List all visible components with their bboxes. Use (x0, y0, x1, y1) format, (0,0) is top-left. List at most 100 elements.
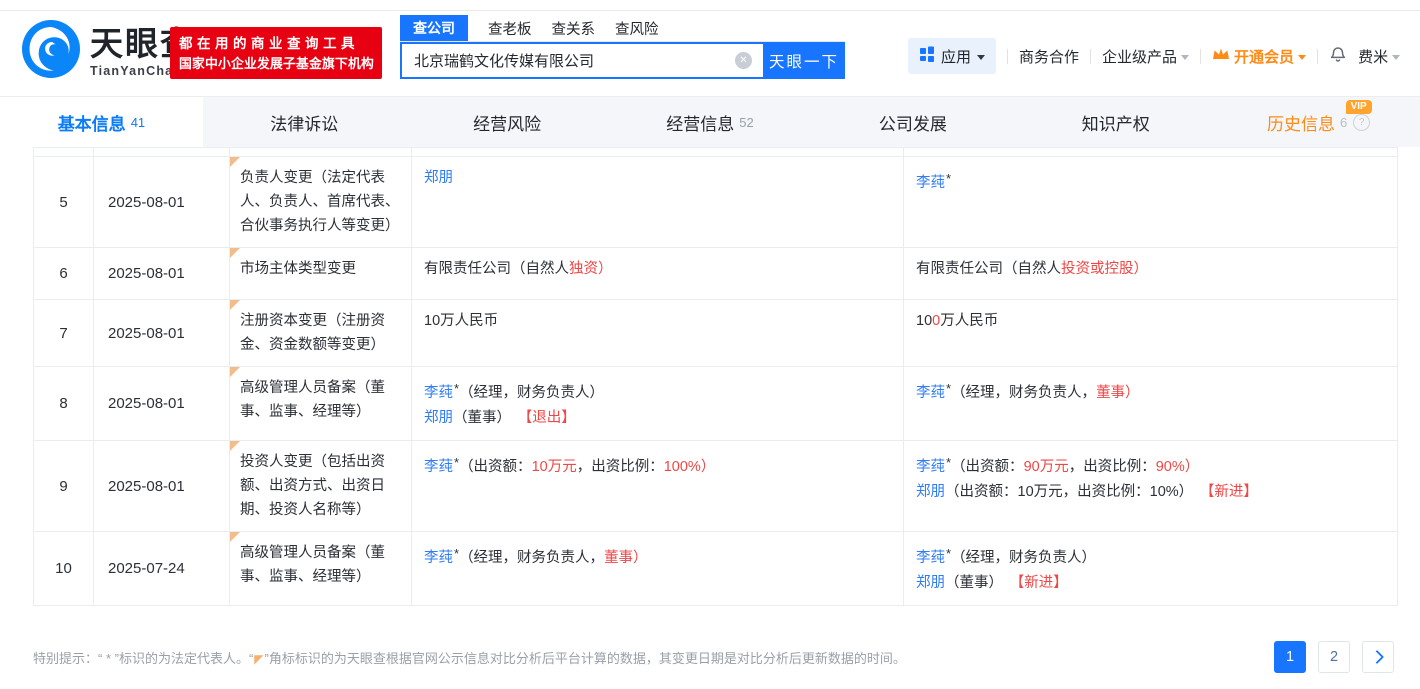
bell-icon (1329, 44, 1347, 68)
text: 有限责任公司（自然人 (424, 261, 569, 277)
table-row-10: 102025-07-24高级管理人员备案（董事、监事、经理等）李莼*（经理，财务… (34, 532, 1397, 606)
table-row-9: 92025-08-01投资人变更（包括出资额、出资方式、出资日期、投资人名称等）… (34, 441, 1397, 532)
row-number: 6 (34, 248, 94, 299)
person-link[interactable]: 李莼 (424, 385, 453, 401)
change-date: 2025-07-24 (94, 532, 230, 605)
tab-历史信息[interactable]: 历史信息6?VIP (1217, 97, 1420, 147)
clear-search-icon[interactable]: ✕ (735, 52, 752, 69)
apps-grid-icon (919, 46, 935, 66)
tab-法律诉讼[interactable]: 法律诉讼 (203, 97, 406, 147)
content-line: 李莼*（经理，财务负责人，董事） (916, 376, 1386, 406)
content-line: 有限责任公司（自然人投资或控股） (916, 257, 1386, 282)
tab-基本信息[interactable]: 基本信息41 (0, 97, 203, 147)
help-icon[interactable]: ? (1353, 114, 1370, 131)
chevron-right-icon (1369, 650, 1383, 664)
corner-flag-icon (230, 532, 240, 542)
content-line: 郑朋（出资额：10万元，出资比例：10%）【新进】 (916, 480, 1386, 505)
content-line: 李莼*（经理，财务负责人） (916, 541, 1386, 571)
text: 万人民币 (940, 313, 998, 329)
person-link[interactable]: 李莼 (424, 459, 453, 475)
text: （董事） (453, 410, 511, 426)
text: 有限责任公司（自然人 (916, 261, 1061, 277)
enterprise-products-menu[interactable]: 企业级产品 (1102, 46, 1189, 67)
tab-经营风险[interactable]: 经营风险 (406, 97, 609, 147)
text: （经理，财务负责人） (951, 550, 1096, 566)
tab-label: 法律诉讼 (270, 110, 338, 135)
before-content: 李莼*（经理，财务负责人，董事） (412, 532, 904, 605)
person-link[interactable]: 李莼 (916, 385, 945, 401)
highlight-text: 独资） (569, 261, 613, 277)
table-row-7: 72025-08-01注册资本变更（注册资金、资金数额等变更）10万人民币100… (34, 300, 1397, 367)
business-cooperation-link[interactable]: 商务合作 (1019, 46, 1079, 67)
change-item: 高级管理人员备案（董事、监事、经理等） (230, 532, 412, 605)
row-number: 7 (34, 300, 94, 366)
search-tab-查关系[interactable]: 查关系 (552, 15, 596, 41)
after-content: 李莼*（经理，财务负责人，董事） (904, 367, 1398, 440)
slogan-line2: 国家中小企业发展子基金旗下机构 (179, 54, 373, 73)
table-row-5: 52025-08-01负责人变更（法定代表人、负责人、首席代表、合伙事务执行人等… (34, 157, 1397, 248)
user-menu[interactable]: 费米 (1358, 46, 1400, 67)
search-input[interactable] (400, 42, 763, 79)
person-link[interactable]: 李莼 (916, 550, 945, 566)
highlight-text: 100%） (664, 459, 716, 475)
content-line: 郑朋（董事）【新进】 (916, 571, 1386, 596)
highlight-text: 【新进】 (1207, 484, 1258, 500)
pagination: 12 (1274, 641, 1394, 673)
business-cooperation-label: 商务合作 (1019, 46, 1079, 67)
open-vip-menu[interactable]: 开通会员 (1212, 46, 1306, 67)
change-item: 投资人变更（包括出资额、出资方式、出资日期、投资人名称等） (230, 441, 412, 531)
change-item-text: 注册资本变更（注册资金、资金数额等变更） (240, 313, 385, 353)
chevron-down-icon (1298, 55, 1306, 60)
page-2[interactable]: 2 (1318, 641, 1350, 673)
person-link[interactable]: 郑朋 (916, 575, 945, 591)
search-tab-查风险[interactable]: 查风险 (615, 15, 659, 41)
text: （经理，财务负责人， (951, 385, 1096, 401)
tab-label: 基本信息 (58, 110, 126, 135)
search-button[interactable]: 天眼一下 (763, 42, 845, 79)
text: （经理，财务负责人） (459, 385, 604, 401)
content-line: 李莼*（经理，财务负责人，董事） (424, 541, 891, 571)
highlight-text: 投资或控股） (1061, 261, 1148, 277)
note-text: 特别提示：“ * ”标识的为法定代表人。“ (33, 651, 253, 666)
corner-mark-glyph: ◤ (254, 652, 263, 666)
person-link[interactable]: 李莼 (424, 550, 453, 566)
tab-count: 52 (739, 115, 753, 130)
table-row-6: 62025-08-01市场主体类型变更有限责任公司（自然人独资）有限责任公司（自… (34, 248, 1397, 300)
person-link[interactable]: 李莼 (916, 459, 945, 475)
tab-count: 6 (1340, 115, 1347, 130)
person-link[interactable]: 郑朋 (424, 170, 453, 186)
tab-公司发展[interactable]: 公司发展 (811, 97, 1014, 147)
content-line: 郑朋（董事）【退出】 (424, 406, 891, 431)
vip-badge: VIP (1346, 100, 1372, 114)
content-line: 李莼*（出资额：10万元，出资比例：100%） (424, 450, 891, 480)
crown-icon (1212, 47, 1230, 65)
divider (1200, 49, 1201, 64)
enterprise-products-label: 企业级产品 (1102, 46, 1177, 67)
notifications-button[interactable] (1329, 44, 1347, 68)
chevron-down-icon (977, 55, 985, 60)
highlight-text: 0 (932, 313, 940, 329)
change-item-text: 高级管理人员备案（董事、监事、经理等） (240, 545, 385, 585)
row-number: 9 (34, 441, 94, 531)
footer-note: 特别提示：“ * ”标识的为法定代表人。“◤”角标标识的为天眼查根据官网公示信息… (33, 648, 906, 667)
next-page-button[interactable] (1362, 641, 1394, 673)
person-link[interactable]: 郑朋 (424, 410, 453, 426)
change-date: 2025-08-01 (94, 300, 230, 366)
person-link[interactable]: 李莼 (916, 175, 945, 191)
legal-rep-star: * (946, 171, 951, 186)
tab-经营信息[interactable]: 经营信息52 (609, 97, 812, 147)
person-link[interactable]: 郑朋 (916, 484, 945, 500)
search-tab-查公司[interactable]: 查公司 (400, 15, 468, 41)
after-content: 李莼*（出资额：90万元，出资比例：90%）郑朋（出资额：10万元，出资比例：1… (904, 441, 1398, 531)
tab-知识产权[interactable]: 知识产权 (1014, 97, 1217, 147)
after-content: 李莼*（经理，财务负责人）郑朋（董事）【新进】 (904, 532, 1398, 605)
content-line: 李莼*（经理，财务负责人） (424, 376, 891, 406)
tab-label: 知识产权 (1082, 110, 1150, 135)
search-tab-查老板[interactable]: 查老板 (488, 15, 532, 41)
apps-menu[interactable]: 应用 (908, 38, 996, 74)
change-item-text: 市场主体类型变更 (240, 261, 356, 277)
tab-label: 经营风险 (473, 110, 541, 135)
note-text: ”角标标识的为天眼查根据官网公示信息对比分析后平台计算的数据，其变更日期是对比分… (265, 651, 906, 666)
page-1[interactable]: 1 (1274, 641, 1306, 673)
change-date: 2025-08-01 (94, 157, 230, 247)
